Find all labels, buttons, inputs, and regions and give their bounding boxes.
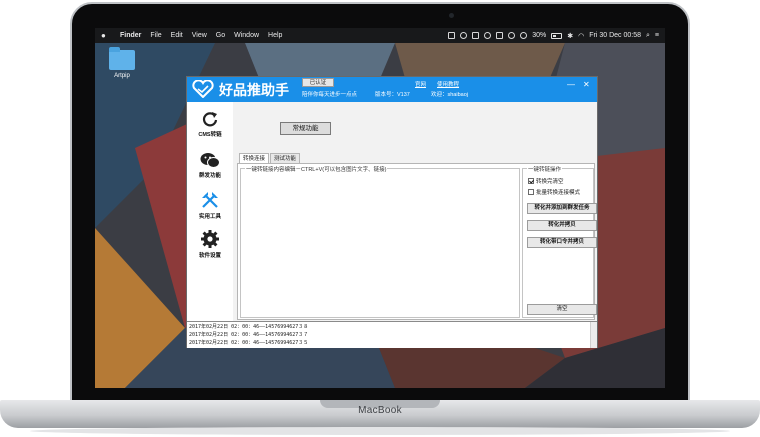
- screen: ● Finder File Edit View Go Window Help 3…: [95, 28, 665, 388]
- refresh-icon: [202, 112, 218, 127]
- sidebar-item-label: 实用工具: [198, 214, 221, 220]
- laptop-brand: MacBook: [358, 405, 402, 416]
- tools-icon: [202, 192, 218, 208]
- log-line: 2017年02月22日 02：00：46——14576994627３８: [189, 324, 309, 330]
- clock[interactable]: Fri 30 Dec 00:58: [589, 32, 641, 39]
- batch-mode-checkbox[interactable]: 批量转换连接模式: [528, 188, 580, 196]
- battery-icon[interactable]: [551, 32, 563, 39]
- sidebar-item-settings[interactable]: 软件设置: [187, 229, 233, 259]
- app-logo-icon: [192, 80, 214, 98]
- laptop-frame: ● Finder File Edit View Go Window Help 3…: [0, 0, 760, 437]
- clear-button[interactable]: 清空: [527, 304, 597, 315]
- bluetooth-icon[interactable]: ✱: [567, 32, 573, 40]
- tab-convert-links[interactable]: 转换连接: [239, 153, 270, 163]
- sidebar-item-label: 群发功能: [198, 173, 221, 179]
- gear-icon: [201, 230, 219, 248]
- editor-group: 一键转链接内容编辑－CTRL+V(可以包含图片文字、链接): [240, 165, 520, 318]
- menu-edit[interactable]: Edit: [171, 32, 183, 39]
- editor-group-title: 一键转链接内容编辑－CTRL+V(可以包含图片文字、链接): [245, 165, 388, 173]
- menu-help[interactable]: Help: [268, 32, 282, 39]
- menu-window[interactable]: Window: [234, 32, 259, 39]
- laptop-shadow: [30, 427, 730, 435]
- checkbox-label: 转换完清空: [536, 179, 564, 185]
- app-title: 好品推助手: [219, 83, 289, 99]
- sidebar-item-broadcast[interactable]: 群发功能: [187, 152, 233, 179]
- slogan: 陪伴你每天进步一点点: [302, 92, 358, 98]
- menu-go[interactable]: Go: [216, 32, 225, 39]
- convert-add-task-button[interactable]: 转化并添加到群发任务: [527, 203, 597, 214]
- convert-qr-copy-button[interactable]: 转化带口令并拷贝: [527, 237, 597, 248]
- clear-after-convert-checkbox[interactable]: 转换完清空: [528, 177, 564, 185]
- operations-group: 一键转链操作 转换完清空 批量转换连接模式 转化并添加到群发任务 转化并拷贝 转…: [522, 165, 597, 318]
- content-editor[interactable]: [242, 174, 518, 316]
- sidebar-item-tools[interactable]: 实用工具: [187, 190, 233, 220]
- search-icon[interactable]: ⌕: [646, 32, 650, 40]
- log-panel: 2017年02月22日 02：00：46——14576994627３８ 2017…: [187, 321, 597, 348]
- main-content: 常规功能 转换连接 测试功能 一键转链接内容编辑－CTRL+V(可以包含图片文字…: [233, 102, 597, 321]
- operations-group-title: 一键转链操作: [527, 165, 563, 173]
- log-scrollbar[interactable]: [590, 322, 597, 348]
- close-button[interactable]: ✕: [583, 80, 590, 89]
- general-functions-button[interactable]: 常规功能: [280, 122, 331, 135]
- website-link[interactable]: 官网: [415, 80, 426, 88]
- battery-percent: 30%: [532, 32, 547, 39]
- checkbox-box: [528, 189, 534, 195]
- menu-bar: ● Finder File Edit View Go Window Help 3…: [95, 28, 665, 43]
- sidebar-item-label: CMS转链: [198, 132, 222, 138]
- checkbox-box: [528, 178, 534, 184]
- log-line: 2017年02月22日 02：00：46——14576994627３７: [189, 332, 309, 338]
- menu-app-name[interactable]: Finder: [120, 32, 141, 39]
- wifi-icon[interactable]: ◠: [578, 32, 584, 40]
- menu-file[interactable]: File: [150, 32, 161, 39]
- tray-dropbox-icon[interactable]: [472, 32, 480, 39]
- title-bar: 好品推助手 已认证 陪伴你每天进步一点点 官网 使用教程 版本号：V137 欢迎…: [187, 77, 597, 102]
- app-window: 好品推助手 已认证 陪伴你每天进步一点点 官网 使用教程 版本号：V137 欢迎…: [186, 76, 598, 348]
- tab-bar: 转换连接 测试功能: [239, 153, 301, 163]
- convert-copy-button[interactable]: 转化并拷贝: [527, 220, 597, 231]
- log-line: 2017年02月22日 02：00：46——14576994627３５: [189, 340, 309, 346]
- tray-app-icon[interactable]: [448, 32, 456, 39]
- tutorial-link[interactable]: 使用教程: [437, 80, 459, 88]
- apple-menu-icon[interactable]: ●: [101, 31, 111, 40]
- version-label: 版本号：V137: [375, 92, 410, 98]
- tray-gear-icon[interactable]: [484, 32, 492, 39]
- camera: [449, 13, 454, 18]
- wechat-icon: [200, 153, 220, 168]
- minimize-button[interactable]: —: [567, 80, 575, 89]
- certified-badge: 已认证: [302, 78, 334, 87]
- notification-center-icon[interactable]: ≡: [655, 32, 659, 39]
- menu-view[interactable]: View: [192, 32, 207, 39]
- desktop-folder[interactable]: Artpip: [107, 47, 137, 79]
- sidebar-item-cms[interactable]: CMS转链: [187, 110, 233, 138]
- sidebar: CMS转链 群发功能 实用工具 软件设置: [187, 102, 233, 321]
- checkbox-label: 批量转换连接模式: [536, 190, 581, 196]
- folder-icon: [109, 47, 135, 70]
- sidebar-item-label: 软件设置: [198, 253, 221, 259]
- tray-volume-icon[interactable]: [520, 32, 528, 39]
- welcome-label: 欢迎：shaibaoj: [431, 92, 468, 98]
- status-tray: 30% ✱ ◠ Fri 30 Dec 00:58 ⌕ ≡: [448, 32, 665, 40]
- tab-panel: 一键转链接内容编辑－CTRL+V(可以包含图片文字、链接) 一键转链操作 转换完…: [237, 163, 597, 320]
- tray-timemachine-icon[interactable]: [508, 32, 516, 39]
- tray-sync-icon[interactable]: [460, 32, 468, 39]
- desktop-folder-label: Artpip: [114, 73, 130, 79]
- tray-display-icon[interactable]: [496, 32, 504, 39]
- tab-test-functions[interactable]: 测试功能: [270, 153, 301, 163]
